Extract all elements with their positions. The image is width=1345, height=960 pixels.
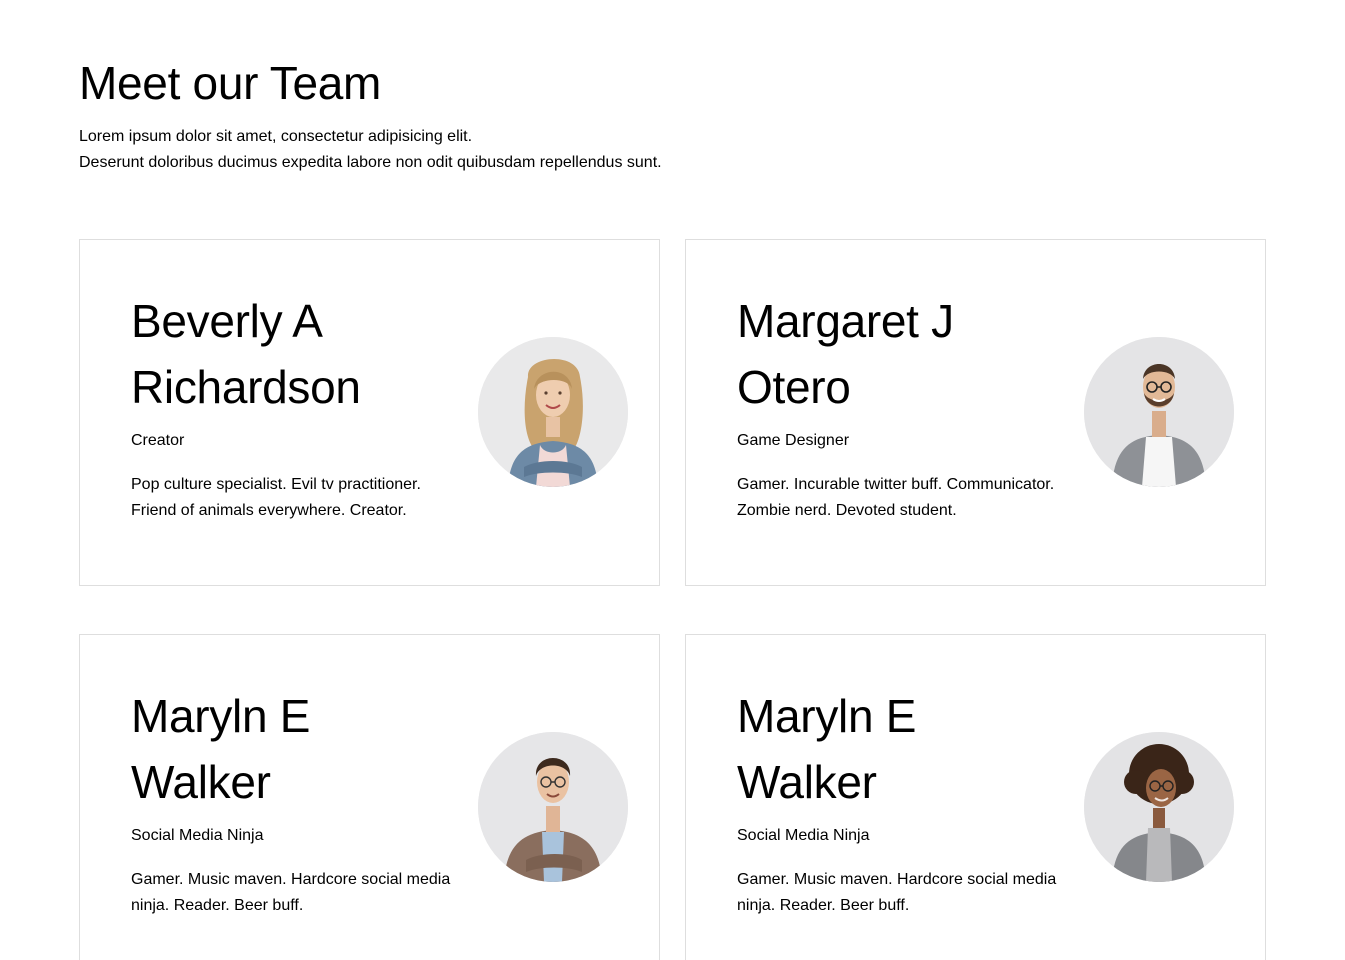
member-name-line-1: Margaret J [737,295,954,347]
member-bio: Gamer. Music maven. Hardcore social medi… [131,867,461,919]
team-card: Margaret J Otero Game Designer Gamer. In… [685,239,1266,586]
page-title: Meet our Team [79,57,382,109]
member-name-line-2: Otero [737,361,851,413]
card-text: Margaret J Otero Game Designer Gamer. In… [737,288,1067,524]
member-avatar [478,337,628,487]
member-role: Creator [131,432,185,449]
card-text: Maryln E Walker Social Media Ninja Gamer… [131,683,461,919]
member-name-line-2: Richardson [131,361,361,413]
team-card: Maryln E Walker Social Media Ninja Gamer… [79,634,660,960]
member-name-line-2: Walker [737,756,877,808]
member-bio-line-1: Gamer. Music maven. Hardcore social medi… [737,871,1057,888]
member-bio: Gamer. Music maven. Hardcore social medi… [737,867,1067,919]
member-bio-line-2: ninja. Reader. Beer buff. [737,897,910,914]
man-checked-blazer-avatar-image [478,732,628,882]
member-bio-line-1: Gamer. Music maven. Hardcore social medi… [131,871,451,888]
member-name-line-1: Beverly A [131,295,323,347]
member-bio-line-2: Zombie nerd. Devoted student. [737,502,957,519]
member-name-line-1: Maryln E [737,690,917,742]
member-name-line-2: Walker [131,756,271,808]
team-grid: Beverly A Richardson Creator Pop culture… [79,239,1266,960]
intro-line-2: Deserunt doloribus ducimus expedita labo… [79,154,662,171]
member-bio-line-2: Friend of animals everywhere. Creator. [131,502,407,519]
intro-text: Lorem ipsum dolor sit amet, consectetur … [79,124,662,176]
team-card: Beverly A Richardson Creator Pop culture… [79,239,660,586]
member-bio: Pop culture specialist. Evil tv practiti… [131,472,461,524]
member-bio-line-1: Pop culture specialist. Evil tv practiti… [131,476,421,493]
member-role: Social Media Ninja [737,827,870,844]
member-name: Maryln E Walker [131,683,461,815]
member-name: Maryln E Walker [737,683,1067,815]
man-glasses-avatar-image [1084,337,1234,487]
member-name: Beverly A Richardson [131,288,461,420]
member-bio-line-1: Gamer. Incurable twitter buff. Communica… [737,476,1055,493]
member-bio: Gamer. Incurable twitter buff. Communica… [737,472,1067,524]
team-card: Maryln E Walker Social Media Ninja Gamer… [685,634,1266,960]
card-text: Beverly A Richardson Creator Pop culture… [131,288,461,524]
woman-curly-avatar-image [1084,732,1234,882]
member-role: Game Designer [737,432,850,449]
intro-line-1: Lorem ipsum dolor sit amet, consectetur … [79,128,473,145]
member-avatar [478,732,628,882]
member-bio-line-2: ninja. Reader. Beer buff. [131,897,304,914]
team-header: Meet our Team Lorem ipsum dolor sit amet… [79,56,662,176]
member-name: Margaret J Otero [737,288,1067,420]
card-text: Maryln E Walker Social Media Ninja Gamer… [737,683,1067,919]
member-avatar [1084,732,1234,882]
member-avatar [1084,337,1234,487]
member-role: Social Media Ninja [131,827,264,844]
member-name-line-1: Maryln E [131,690,311,742]
woman-blonde-avatar-image [478,337,628,487]
team-page: Meet our Team Lorem ipsum dolor sit amet… [0,0,1345,960]
